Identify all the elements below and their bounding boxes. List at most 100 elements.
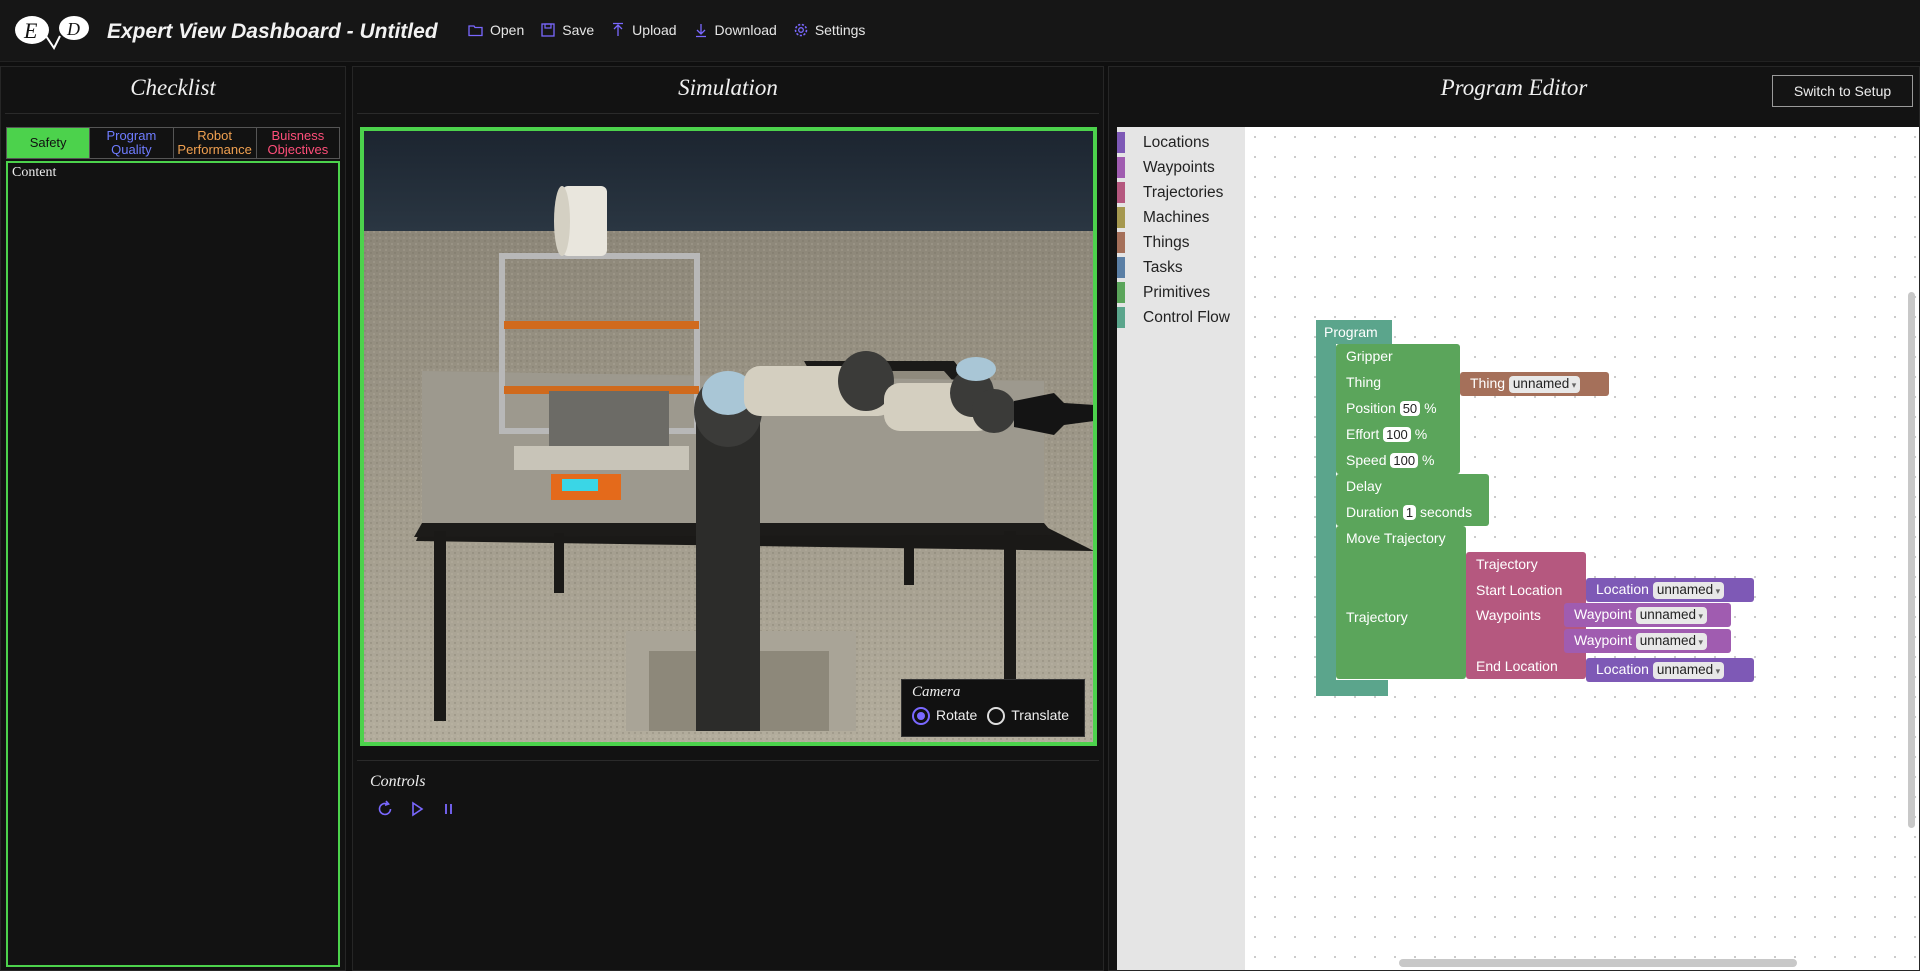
toolbox-item-primitives[interactable]: Primitives [1117,280,1245,305]
waypoints-label: Waypoints [1476,607,1541,623]
end-location-dropdown[interactable]: unnamed [1652,662,1725,679]
tab-safety[interactable]: Safety [7,128,91,158]
move-trajectory-label: Move Trajectory [1346,530,1446,546]
top-bar: E D Expert View Dashboard - Untitled Ope… [0,0,1920,62]
program-block-foot [1316,680,1388,696]
toolbox-label: Trajectories [1143,183,1224,201]
radio-unselected-icon [987,707,1006,726]
trajectory-block-label: Trajectory [1476,556,1538,572]
block-toolbox: Locations Waypoints Trajectories Machine… [1117,127,1245,970]
divider [5,113,341,114]
toolbox-item-waypoints[interactable]: Waypoints [1117,155,1245,180]
translate-label: Translate [1011,707,1070,723]
radio-selected-icon [912,707,930,726]
program-editor-panel: Program Editor Switch to Setup Locations… [1108,66,1920,971]
end-location-label: End Location [1476,658,1558,674]
download-button[interactable]: Download [693,22,777,38]
switch-to-setup-button[interactable]: Switch to Setup [1772,75,1913,107]
checklist-tabs: Safety Program Quality Robot Performance… [6,127,340,159]
toolbox-label: Machines [1143,208,1210,226]
toolbox-item-machines[interactable]: Machines [1117,205,1245,230]
checklist-content-text: Content [12,165,57,180]
category-swatch [1117,257,1125,278]
rotate-radio[interactable]: Rotate [912,707,978,726]
speed-value-field[interactable]: 100 [1390,453,1419,468]
percent-sign: % [1424,400,1437,416]
gear-icon [794,23,808,37]
toolbox-label: Locations [1143,133,1210,151]
start-location-dropdown[interactable]: unnamed [1652,582,1725,599]
block-workspace[interactable]: Program Gripper Thing Position 50 % Effo… [1245,127,1919,970]
simulation-scene [364,131,1093,742]
toolbox-item-tasks[interactable]: Tasks [1117,255,1245,280]
save-button[interactable]: Save [540,22,594,38]
tab-robot-performance[interactable]: Robot Performance [174,128,257,158]
simulation-viewport[interactable]: Camera Rotate Translate [360,127,1097,746]
divider [357,760,1099,761]
evd-logo: E D [15,16,89,50]
download-icon [695,24,706,38]
save-icon [541,23,555,37]
program-label: Program [1316,320,1392,344]
effort-value-field[interactable]: 100 [1383,427,1411,442]
folder-open-icon [468,25,483,37]
translate-radio[interactable]: Translate [987,707,1070,726]
upload-label: Upload [632,22,677,38]
waypoint-block-label: Waypoint [1574,606,1632,622]
position-row: Position 50 % [1346,400,1437,416]
workspace-horizontal-scrollbar[interactable] [1399,959,1797,967]
position-label: Position [1346,400,1396,416]
category-swatch [1117,232,1125,253]
rotate-label: Rotate [936,707,978,723]
pause-icon[interactable] [439,799,459,819]
toolbox-label: Control Flow [1143,308,1230,326]
tab-business-objectives[interactable]: Buisness Objectives [257,128,339,158]
position-value-field[interactable]: 50 [1399,401,1421,416]
tab-program-quality[interactable]: Program Quality [90,128,174,158]
waypoint-dropdown[interactable]: unnamed [1635,633,1708,650]
waypoint-block-label: Waypoint [1574,632,1632,648]
toolbox-item-trajectories[interactable]: Trajectories [1117,180,1245,205]
checklist-title: Checklist [130,75,216,100]
duration-value-field[interactable]: 1 [1402,505,1417,520]
start-location-block[interactable]: Location unnamed [1586,578,1754,602]
camera-title: Camera [912,684,961,700]
category-swatch [1117,207,1125,228]
play-icon[interactable] [407,799,427,819]
toolbox-label: Waypoints [1143,158,1215,176]
simulation-panel: Simulation Camera Rotate Translate Contr… [352,66,1104,971]
percent-sign: % [1414,426,1428,442]
category-swatch [1117,157,1125,178]
toolbox-item-things[interactable]: Things [1117,230,1245,255]
waypoint-block[interactable]: Waypoint unnamed [1564,603,1731,627]
program-block-spine [1316,320,1336,696]
category-swatch [1117,282,1125,303]
waypoint-dropdown[interactable]: unnamed [1635,607,1708,624]
gripper-label: Gripper [1346,348,1393,364]
category-swatch [1117,307,1125,328]
workspace-vertical-scrollbar[interactable] [1908,292,1915,828]
download-label: Download [714,22,777,38]
toolbox-item-locations[interactable]: Locations [1117,130,1245,155]
simulation-title: Simulation [678,75,778,100]
end-location-block[interactable]: Location unnamed [1586,658,1754,682]
effort-row: Effort 100 % [1346,426,1427,442]
settings-label: Settings [814,22,866,38]
save-label: Save [562,22,595,38]
waypoint-block[interactable]: Waypoint unnamed [1564,629,1731,653]
reset-icon[interactable] [375,799,395,819]
svg-text:D: D [66,19,80,39]
toolbox-item-control-flow[interactable]: Control Flow [1117,305,1245,330]
thing-block[interactable]: Thing unnamed [1460,372,1609,396]
thing-block-label: Thing [1470,375,1506,391]
location-block-label: Location [1596,661,1649,677]
open-button[interactable]: Open [468,22,524,38]
settings-button[interactable]: Settings [793,22,866,38]
camera-controls: Camera Rotate Translate [901,679,1085,737]
upload-button[interactable]: Upload [610,22,677,38]
delay-label: Delay [1346,478,1382,494]
move-trajectory-block[interactable] [1336,526,1466,679]
start-location-label: Start Location [1476,582,1563,598]
thing-dropdown[interactable]: unnamed [1508,376,1581,393]
toolbox-label: Primitives [1143,283,1211,301]
